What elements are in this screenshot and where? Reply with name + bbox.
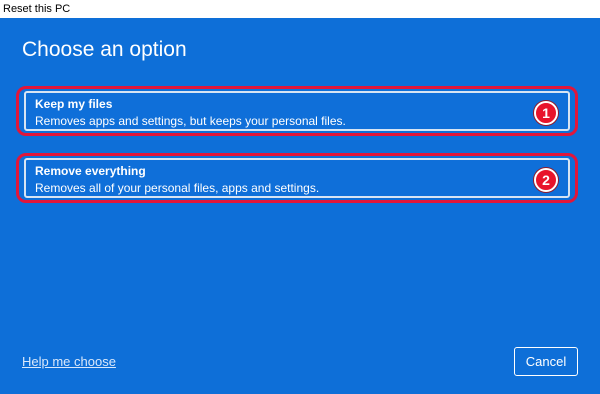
option-title: Keep my files: [35, 97, 113, 111]
option-title: Remove everything: [35, 164, 146, 178]
window-title: Reset this PC: [3, 3, 71, 15]
dialog-heading: Choose an option: [22, 38, 187, 61]
window-titlebar: Reset this PC: [0, 0, 600, 18]
reset-dialog: Choose an option Keep my files Removes a…: [0, 18, 600, 394]
option-description: Removes all of your personal files, apps…: [35, 181, 320, 195]
option-remove-everything[interactable]: Remove everything Removes all of your pe…: [24, 158, 570, 198]
option-description: Removes apps and settings, but keeps you…: [35, 114, 346, 128]
step-number-badge: 1: [534, 101, 558, 125]
option-keep-my-files[interactable]: Keep my files Removes apps and settings,…: [24, 91, 570, 131]
cancel-button[interactable]: Cancel: [514, 347, 578, 376]
help-me-choose-link[interactable]: Help me choose: [22, 354, 116, 369]
step-number-badge: 2: [534, 168, 558, 192]
